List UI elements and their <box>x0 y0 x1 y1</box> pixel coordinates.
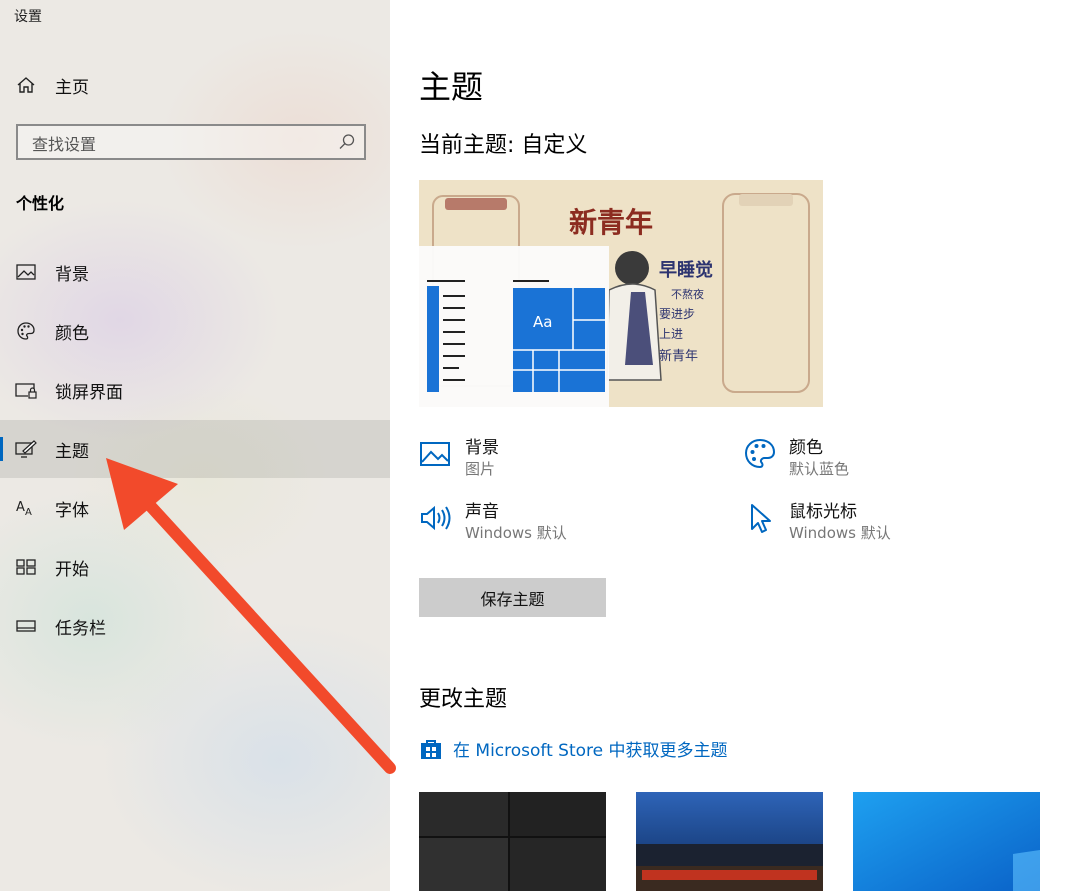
sidebar-item-lock-screen[interactable]: 锁屏界面 <box>0 361 390 419</box>
theme-color-setting[interactable]: 颜色 默认蓝色 <box>743 437 849 479</box>
attr-value: Windows 默认 <box>789 524 891 542</box>
sidebar-item-theme[interactable]: 主题 <box>0 420 390 478</box>
sidebar-item-label: 任务栏 <box>55 618 106 639</box>
preview-line: 要进步 <box>659 307 695 321</box>
theme-thumbnail-windows[interactable] <box>853 792 1040 891</box>
search-icon[interactable] <box>338 133 356 155</box>
sidebar-item-home[interactable]: 主页 <box>0 56 390 114</box>
sidebar-item-background[interactable]: 背景 <box>0 243 390 301</box>
lock-screen-icon <box>15 379 37 401</box>
sidebar-item-fonts[interactable]: AA 字体 <box>0 479 390 537</box>
theme-cursor-setting[interactable]: 鼠标光标 Windows 默认 <box>743 501 891 543</box>
sidebar-item-start[interactable]: 开始 <box>0 538 390 596</box>
sidebar-item-label: 开始 <box>55 559 89 580</box>
preview-line: 新青年 <box>659 348 698 364</box>
main-content: 主题 当前主题: 自定义 新青年 早睡觉 不熬夜 要进步 上进 新青年 Aa 背… <box>390 0 1080 891</box>
picture-icon <box>15 261 37 283</box>
home-icon <box>15 74 37 96</box>
theme-thumbnail-image <box>636 792 823 891</box>
sidebar-item-label: 颜色 <box>55 323 89 344</box>
store-bag-icon <box>421 739 441 759</box>
attr-name: 声音 <box>465 502 499 522</box>
font-icon: AA <box>15 497 37 519</box>
attr-value: Windows 默认 <box>465 524 567 542</box>
search-input[interactable] <box>30 131 334 157</box>
theme-thumbnail-image <box>853 792 1040 891</box>
sidebar-item-label: 字体 <box>55 500 89 521</box>
settings-sidebar: 设置 主页 个性化 背景 颜色 锁屏界面 主题 <box>0 0 390 891</box>
sidebar-item-label: 锁屏界面 <box>55 382 123 403</box>
preview-subheadline: 早睡觉 <box>659 259 713 281</box>
theme-thumbnail-image <box>419 792 606 891</box>
preview-tile-text: Aa <box>533 313 552 331</box>
microsoft-store-link[interactable]: 在 Microsoft Store 中获取更多主题 <box>419 736 728 761</box>
preview-headline: 新青年 <box>569 206 653 239</box>
sidebar-item-color[interactable]: 颜色 <box>0 302 390 360</box>
theme-thumbnail-night-city[interactable] <box>636 792 823 891</box>
svg-text:A: A <box>16 500 25 515</box>
speaker-icon <box>419 501 453 535</box>
attr-name: 鼠标光标 <box>789 502 857 522</box>
store-link-text: 在 Microsoft Store 中获取更多主题 <box>453 741 728 761</box>
page-title: 主题 <box>419 68 484 106</box>
current-theme-heading: 当前主题: 自定义 <box>419 133 588 158</box>
palette-icon <box>743 437 777 471</box>
palette-icon <box>15 320 37 342</box>
sidebar-item-label: 主题 <box>55 441 89 462</box>
taskbar-icon <box>15 615 37 637</box>
theme-brush-icon <box>15 438 37 460</box>
preview-line: 不熬夜 <box>671 287 704 301</box>
sidebar-item-label: 背景 <box>55 264 89 285</box>
attr-name: 颜色 <box>789 438 823 458</box>
preview-line: 上进 <box>659 327 683 341</box>
attr-value: 图片 <box>465 460 496 478</box>
cursor-icon <box>743 501 777 535</box>
theme-background-setting[interactable]: 背景 图片 <box>419 437 499 479</box>
start-icon <box>15 556 37 578</box>
search-box[interactable] <box>16 124 366 160</box>
sidebar-item-label: 主页 <box>55 77 89 98</box>
theme-sound-setting[interactable]: 声音 Windows 默认 <box>419 501 567 543</box>
attr-value: 默认蓝色 <box>789 460 850 478</box>
save-theme-button[interactable]: 保存主题 <box>419 578 606 617</box>
sidebar-item-taskbar[interactable]: 任务栏 <box>0 597 390 655</box>
section-title: 个性化 <box>16 194 65 213</box>
svg-text:A: A <box>25 507 32 518</box>
change-theme-heading: 更改主题 <box>419 687 508 712</box>
app-title: 设置 <box>14 9 42 25</box>
attr-name: 背景 <box>465 438 499 458</box>
theme-preview: 新青年 早睡觉 不熬夜 要进步 上进 新青年 Aa <box>419 180 823 407</box>
theme-thumbnail-dark[interactable] <box>419 792 606 891</box>
theme-preview-image: 新青年 早睡觉 不熬夜 要进步 上进 新青年 Aa <box>419 180 823 407</box>
picture-icon <box>419 437 453 471</box>
